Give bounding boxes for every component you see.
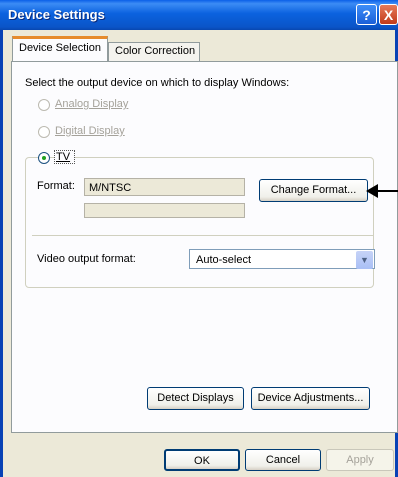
chevron-down-icon[interactable]: ▼ [356,251,373,269]
digital-display-radio[interactable] [38,126,50,138]
pointer-arrow-icon [366,184,398,198]
cancel-label: Cancel [265,454,301,466]
title-bar[interactable]: Device Settings ? X [0,0,398,30]
video-output-select[interactable]: Auto-select ▼ [189,249,375,269]
analog-display-label[interactable]: Analog Display [55,98,128,110]
analog-display-radio[interactable] [38,99,50,111]
format-field: M/NTSC [84,178,245,196]
detect-displays-button[interactable]: Detect Displays [147,387,244,410]
format-detail-field [84,203,245,218]
window-border-left [0,30,3,477]
tv-label[interactable]: TV [54,150,76,164]
video-output-label: Video output format: [37,253,136,265]
group-divider [32,235,374,236]
video-output-value: Auto-select [196,254,252,266]
format-value: M/NTSC [89,182,132,194]
cancel-button[interactable]: Cancel [245,449,321,471]
change-format-button[interactable]: Change Format... [259,179,368,202]
ok-button[interactable]: OK [164,449,240,471]
format-label: Format: [37,180,75,192]
tab-label: Color Correction [115,45,196,57]
device-settings-window: Device Settings ? X Device Selection Col… [0,0,398,477]
window-title: Device Settings [8,7,105,22]
ok-label: OK [194,455,210,467]
device-adjustments-button[interactable]: Device Adjustments... [251,387,370,410]
digital-display-label[interactable]: Digital Display [55,125,125,137]
tab-device-selection[interactable]: Device Selection [12,36,108,61]
tv-radio[interactable] [38,152,50,164]
close-icon[interactable]: X [379,4,398,25]
detect-displays-label: Detect Displays [157,392,234,404]
change-format-label: Change Format... [270,184,357,196]
apply-button[interactable]: Apply [326,449,394,471]
tab-color-correction[interactable]: Color Correction [108,42,200,61]
tab-label: Device Selection [19,42,101,54]
help-icon[interactable]: ? [356,4,377,25]
device-adjustments-label: Device Adjustments... [257,392,364,404]
apply-label: Apply [346,454,374,466]
instruction-text: Select the output device on which to dis… [25,77,290,89]
